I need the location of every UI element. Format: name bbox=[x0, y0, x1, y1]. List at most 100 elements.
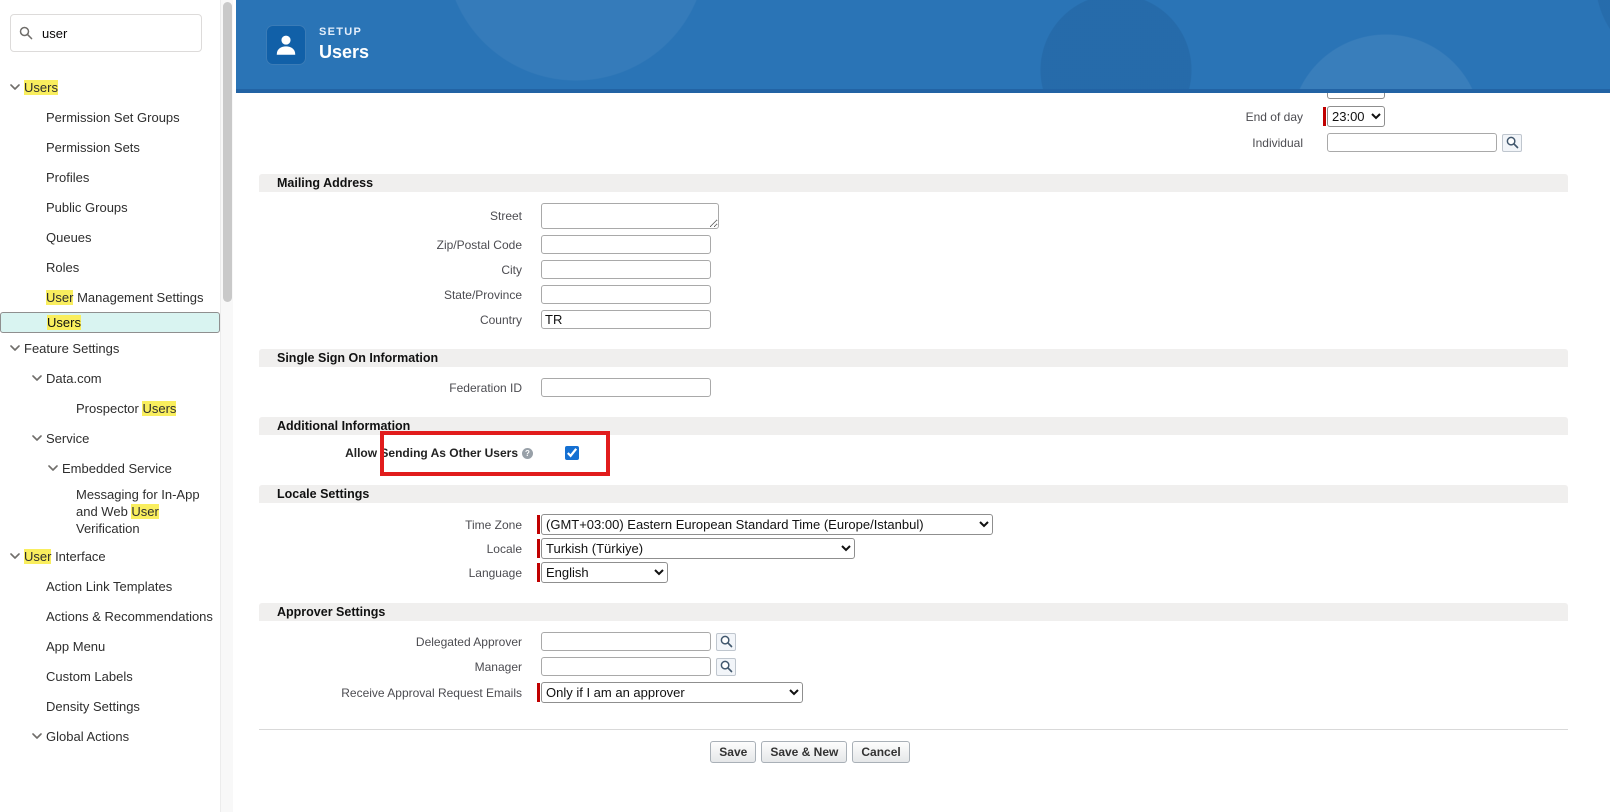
lookup-icon[interactable] bbox=[716, 658, 736, 676]
required-indicator bbox=[537, 515, 540, 534]
sidebar-item-prospector-users[interactable]: Prospector Users bbox=[0, 393, 220, 423]
sidebar-item-public-groups[interactable]: Public Groups bbox=[0, 192, 220, 222]
chevron-down-icon[interactable] bbox=[28, 733, 46, 739]
required-indicator bbox=[537, 683, 540, 702]
lookup-icon[interactable] bbox=[716, 633, 736, 651]
sidebar-item-actions-recommendations[interactable]: Actions & Recommendations bbox=[0, 601, 220, 631]
manager-input[interactable] bbox=[541, 657, 711, 676]
locale-select[interactable]: Turkish (Türkiye) bbox=[541, 538, 855, 559]
receive-approval-emails-select[interactable]: Only if I am an approver bbox=[541, 682, 803, 703]
sidebar-item-user-management-settings[interactable]: User Management Settings bbox=[0, 282, 220, 312]
section-header: Single Sign On Information bbox=[259, 349, 1568, 367]
manager-label: Manager bbox=[259, 660, 541, 674]
end-of-day-label: End of day bbox=[1113, 110, 1327, 124]
zip-input[interactable] bbox=[541, 235, 711, 254]
search-icon bbox=[19, 26, 33, 40]
sidebar-group-embedded-service[interactable]: Embedded Service bbox=[0, 453, 220, 483]
field-row-zip: Zip/Postal Code bbox=[259, 235, 1568, 254]
chevron-down-icon[interactable] bbox=[6, 345, 24, 351]
time-zone-label: Time Zone bbox=[259, 518, 541, 532]
form-divider bbox=[259, 729, 1568, 730]
section-title: Single Sign On Information bbox=[277, 351, 438, 365]
users-setup-icon bbox=[266, 25, 306, 65]
street-label: Street bbox=[259, 209, 541, 223]
section-header: Approver Settings bbox=[259, 603, 1568, 621]
country-input[interactable] bbox=[541, 310, 711, 329]
page-title: Users bbox=[319, 42, 369, 63]
locale-label: Locale bbox=[259, 542, 541, 556]
chevron-down-icon[interactable] bbox=[28, 375, 46, 381]
chevron-down-icon[interactable] bbox=[44, 465, 62, 471]
sidebar-item-users[interactable]: Users bbox=[0, 312, 220, 333]
save-and-new-button[interactable]: Save & New bbox=[761, 741, 847, 763]
sidebar-item-roles[interactable]: Roles bbox=[0, 252, 220, 282]
field-row-delegated-approver: Delegated Approver bbox=[259, 632, 1568, 651]
city-input[interactable] bbox=[541, 260, 711, 279]
salesforce-setup-app: Users Permission Set Groups Permission S… bbox=[0, 0, 1610, 812]
chevron-down-icon[interactable] bbox=[6, 84, 24, 90]
sidebar-item-app-menu[interactable]: App Menu bbox=[0, 631, 220, 661]
federation-id-input[interactable] bbox=[541, 378, 711, 397]
section-header: Additional Information bbox=[259, 417, 1568, 435]
sidebar-item-permission-sets[interactable]: Permission Sets bbox=[0, 132, 220, 162]
section-title: Mailing Address bbox=[277, 176, 373, 190]
sidebar-item-profiles[interactable]: Profiles bbox=[0, 162, 220, 192]
delegated-approver-input[interactable] bbox=[541, 632, 711, 651]
search-input[interactable] bbox=[40, 25, 193, 42]
field-row-state: State/Province bbox=[259, 285, 1568, 304]
delegated-approver-label: Delegated Approver bbox=[259, 635, 541, 649]
sidebar-group-global-actions[interactable]: Global Actions bbox=[0, 721, 220, 751]
cancel-button[interactable]: Cancel bbox=[852, 741, 909, 763]
required-indicator bbox=[537, 539, 540, 558]
street-textarea[interactable] bbox=[541, 203, 719, 229]
sidebar-group-data-com[interactable]: Data.com bbox=[0, 363, 220, 393]
setup-sidebar: Users Permission Set Groups Permission S… bbox=[0, 0, 220, 812]
setup-header: SETUP Users bbox=[236, 0, 1610, 93]
help-icon[interactable]: ? bbox=[522, 448, 533, 459]
individual-input[interactable] bbox=[1327, 133, 1497, 152]
sidebar-item-action-link-templates[interactable]: Action Link Templates bbox=[0, 571, 220, 601]
required-indicator bbox=[1323, 107, 1326, 126]
lookup-icon[interactable] bbox=[1502, 134, 1522, 152]
state-input[interactable] bbox=[541, 285, 711, 304]
sidebar-item-permission-set-groups[interactable]: Permission Set Groups bbox=[0, 102, 220, 132]
save-button[interactable]: Save bbox=[710, 741, 756, 763]
right-column-fields: End of day 23:00 Individual bbox=[1113, 106, 1522, 158]
chevron-down-icon[interactable] bbox=[6, 553, 24, 559]
end-of-day-select[interactable]: 23:00 bbox=[1327, 106, 1385, 127]
time-zone-select[interactable]: (GMT+03:00) Eastern European Standard Ti… bbox=[541, 514, 993, 535]
sidebar-search-box[interactable] bbox=[10, 14, 202, 52]
sidebar-item-density-settings[interactable]: Density Settings bbox=[0, 691, 220, 721]
field-row-language: Language English bbox=[259, 562, 1568, 583]
sidebar-scrollbar-thumb[interactable] bbox=[223, 2, 232, 302]
setup-tree: Users Permission Set Groups Permission S… bbox=[0, 68, 220, 751]
sidebar-item-messaging-in-app-web-user-verification[interactable]: Messaging for In-App and Web User Verifi… bbox=[0, 483, 220, 541]
sidebar-group-users[interactable]: Users bbox=[0, 72, 220, 102]
field-row-receive-approval-emails: Receive Approval Request Emails Only if … bbox=[259, 682, 1568, 703]
section-title: Approver Settings bbox=[277, 605, 385, 619]
city-label: City bbox=[259, 263, 541, 277]
field-row-city: City bbox=[259, 260, 1568, 279]
receive-approval-emails-label: Receive Approval Request Emails bbox=[259, 686, 541, 700]
field-row-country: Country bbox=[259, 310, 1568, 329]
setup-main: SETUP Users End of day 23:00 Individual bbox=[236, 0, 1610, 812]
sidebar-group-feature-settings[interactable]: Feature Settings bbox=[0, 333, 220, 363]
zip-label: Zip/Postal Code bbox=[259, 238, 541, 252]
country-label: Country bbox=[259, 313, 541, 327]
user-edit-form: End of day 23:00 Individual Mai bbox=[236, 93, 1610, 812]
partially-visible-field bbox=[1327, 93, 1387, 100]
chevron-down-icon[interactable] bbox=[28, 435, 46, 441]
field-row-locale: Locale Turkish (Türkiye) bbox=[259, 538, 1568, 559]
allow-sending-checkbox[interactable] bbox=[565, 446, 579, 460]
field-row-manager: Manager bbox=[259, 657, 1568, 676]
sidebar-group-service[interactable]: Service bbox=[0, 423, 220, 453]
section-header: Mailing Address bbox=[259, 174, 1568, 192]
sidebar-item-queues[interactable]: Queues bbox=[0, 222, 220, 252]
language-select[interactable]: English bbox=[541, 562, 668, 583]
section-locale-settings: Locale Settings Time Zone (GMT+03:00) Ea… bbox=[259, 485, 1568, 583]
sidebar-scrollbar-track[interactable] bbox=[220, 0, 233, 812]
field-row-individual: Individual bbox=[1113, 133, 1522, 152]
field-row-end-of-day: End of day 23:00 bbox=[1113, 106, 1522, 127]
sidebar-group-user-interface[interactable]: User Interface bbox=[0, 541, 220, 571]
sidebar-item-custom-labels[interactable]: Custom Labels bbox=[0, 661, 220, 691]
